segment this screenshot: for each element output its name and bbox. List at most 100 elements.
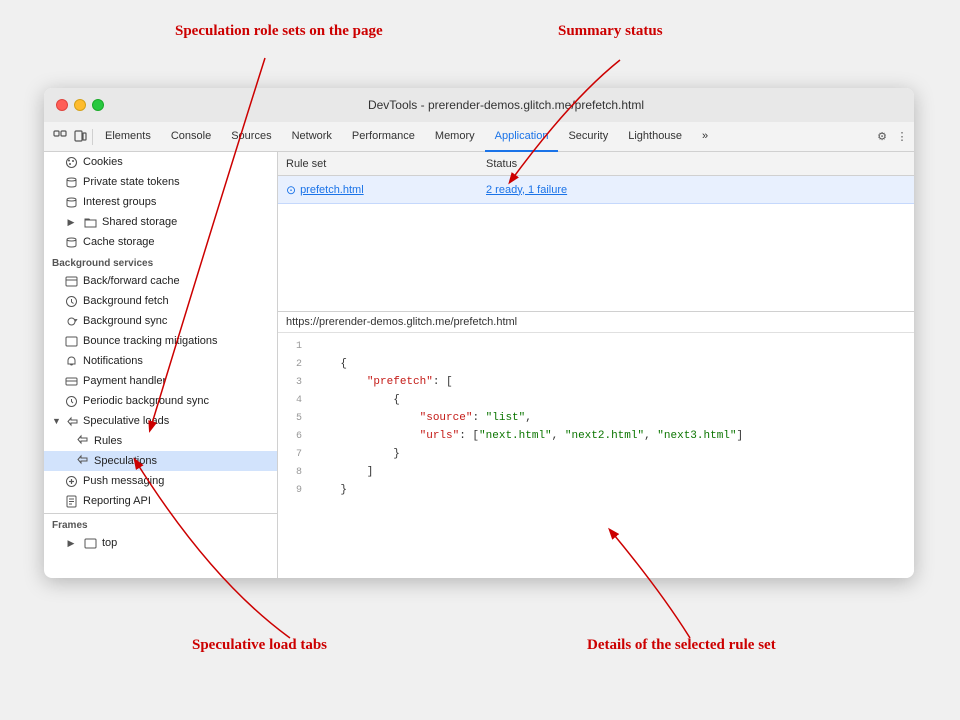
frame-icon (83, 536, 97, 550)
sidebar-item-reporting-api[interactable]: Reporting API (44, 491, 277, 511)
sidebar-item-rules[interactable]: Rules (44, 431, 277, 451)
tab-sources[interactable]: Sources (221, 122, 281, 152)
sidebar-item-interest-groups[interactable]: Interest groups (44, 192, 277, 212)
line-num-2: 2 (278, 359, 314, 370)
device-icon[interactable] (72, 129, 88, 145)
sidebar-item-speculative-loads[interactable]: ▼ Speculative loads (44, 411, 277, 431)
sidebar-label-interest-groups: Interest groups (83, 196, 156, 208)
folder-icon (83, 215, 97, 229)
sync-icon (64, 314, 78, 328)
line-num-6: 6 (278, 431, 314, 442)
sidebar-label-push-messaging: Push messaging (83, 475, 164, 487)
rule-link[interactable]: prefetch.html (300, 184, 364, 196)
annotation-summary-status: Summary status (558, 22, 663, 42)
frames-header: Frames (44, 514, 277, 533)
sidebar-label-private-state-tokens: Private state tokens (83, 176, 180, 188)
db-icon-2 (64, 195, 78, 209)
line-content-2: { (314, 358, 347, 370)
sidebar-item-shared-storage[interactable]: ▶ Shared storage (44, 212, 277, 232)
browser-window: DevTools - prerender-demos.glitch.me/pre… (44, 88, 914, 578)
table-cell-status: 2 ready, 1 failure (478, 184, 575, 196)
sidebar-item-speculations[interactable]: Speculations (44, 451, 277, 471)
close-button[interactable] (56, 99, 68, 111)
more-tabs-button[interactable]: » (692, 122, 718, 152)
code-line-7: 7 } (278, 445, 914, 463)
annotation-speculation-role-sets: Speculation role sets on the page (175, 22, 383, 42)
sidebar-label-top: top (102, 537, 117, 549)
expand-icon: ▶ (64, 215, 78, 229)
sidebar-item-cookies[interactable]: Cookies (44, 152, 277, 172)
sidebar-item-background-fetch[interactable]: Background fetch (44, 291, 277, 311)
sidebar-label-notifications: Notifications (83, 355, 143, 367)
more-options-icon[interactable]: ⋮ (894, 129, 910, 145)
expand-arrow-icon: ▼ (52, 416, 62, 426)
cache-icon (64, 235, 78, 249)
toolbar-right: ⚙ ⋮ (874, 129, 910, 145)
sidebar-item-private-state-tokens[interactable]: Private state tokens (44, 172, 277, 192)
sidebar-item-back-forward-cache[interactable]: Back/forward cache (44, 271, 277, 291)
table-row[interactable]: ⊙ prefetch.html 2 ready, 1 failure (278, 176, 914, 204)
line-content-4: { (314, 394, 400, 406)
code-line-3: 3 "prefetch": [ (278, 373, 914, 391)
sidebar-label-reporting-api: Reporting API (83, 495, 151, 507)
table-cell-rule: ⊙ prefetch.html (278, 183, 478, 197)
tab-application[interactable]: Application (485, 122, 559, 152)
col-rule-set: Rule set (278, 158, 478, 170)
sidebar-label-rules: Rules (94, 435, 122, 447)
payment-icon (64, 374, 78, 388)
line-num-3: 3 (278, 377, 314, 388)
line-num-7: 7 (278, 449, 314, 460)
title-bar: DevTools - prerender-demos.glitch.me/pre… (44, 88, 914, 122)
line-content-8: ] (314, 466, 373, 478)
settings-icon[interactable]: ⚙ (874, 129, 890, 145)
bg-services-header: Background services (44, 252, 277, 271)
window-title: DevTools - prerender-demos.glitch.me/pre… (110, 98, 902, 112)
table-area: Rule set Status ⊙ prefetch.html 2 ready,… (278, 152, 914, 312)
sidebar-item-bounce-tracking[interactable]: Bounce tracking mitigations (44, 331, 277, 351)
sidebar-item-notifications[interactable]: Notifications (44, 351, 277, 371)
speculations-icon (76, 453, 89, 469)
sidebar-item-cache-storage[interactable]: Cache storage (44, 232, 277, 252)
fetch-icon (64, 294, 78, 308)
sidebar-label-back-forward: Back/forward cache (83, 275, 180, 287)
tab-memory[interactable]: Memory (425, 122, 485, 152)
line-num-4: 4 (278, 395, 314, 406)
sidebar-item-payment-handler[interactable]: Payment handler (44, 371, 277, 391)
bounce-icon (64, 334, 78, 348)
sidebar-item-background-sync[interactable]: Background sync (44, 311, 277, 331)
report-icon (64, 494, 78, 508)
main-content: Rule set Status ⊙ prefetch.html 2 ready,… (278, 152, 914, 578)
status-link[interactable]: 2 ready, 1 failure (486, 184, 567, 196)
toolbar-icons-left (48, 129, 93, 145)
devtools-body: Cookies Private state tokens Interest gr… (44, 152, 914, 578)
tab-security[interactable]: Security (558, 122, 618, 152)
minimize-button[interactable] (74, 99, 86, 111)
line-content-9: } (314, 484, 347, 496)
sidebar-label-speculative-loads: Speculative loads (83, 415, 169, 427)
code-line-9: 9 } (278, 481, 914, 499)
tab-lighthouse[interactable]: Lighthouse (618, 122, 692, 152)
code-line-2: 2 { (278, 355, 914, 373)
sidebar-label-payment-handler: Payment handler (83, 375, 166, 387)
col-status: Status (478, 158, 914, 170)
line-num-9: 9 (278, 485, 314, 496)
code-line-1: 1 (278, 337, 914, 355)
tab-console[interactable]: Console (161, 122, 221, 152)
sidebar-item-push-messaging[interactable]: Push messaging (44, 471, 277, 491)
sidebar-label-cache-storage: Cache storage (83, 236, 155, 248)
db-icon (64, 175, 78, 189)
maximize-button[interactable] (92, 99, 104, 111)
cursor-icon[interactable] (52, 129, 68, 145)
sidebar-label-bounce-tracking: Bounce tracking mitigations (83, 335, 218, 347)
line-content-3: "prefetch": [ (314, 376, 453, 388)
rules-icon (76, 433, 89, 449)
tab-elements[interactable]: Elements (95, 122, 161, 152)
sidebar-item-top-frame[interactable]: ▶ top (44, 533, 277, 553)
tab-network[interactable]: Network (282, 122, 342, 152)
tab-performance[interactable]: Performance (342, 122, 425, 152)
sidebar-item-periodic-bg-sync[interactable]: Periodic background sync (44, 391, 277, 411)
expand-icon-2: ▶ (64, 536, 78, 550)
code-line-4: 4 { (278, 391, 914, 409)
sidebar-label-periodic-bg-sync: Periodic background sync (83, 395, 209, 407)
speculative-loads-icon (66, 415, 79, 428)
